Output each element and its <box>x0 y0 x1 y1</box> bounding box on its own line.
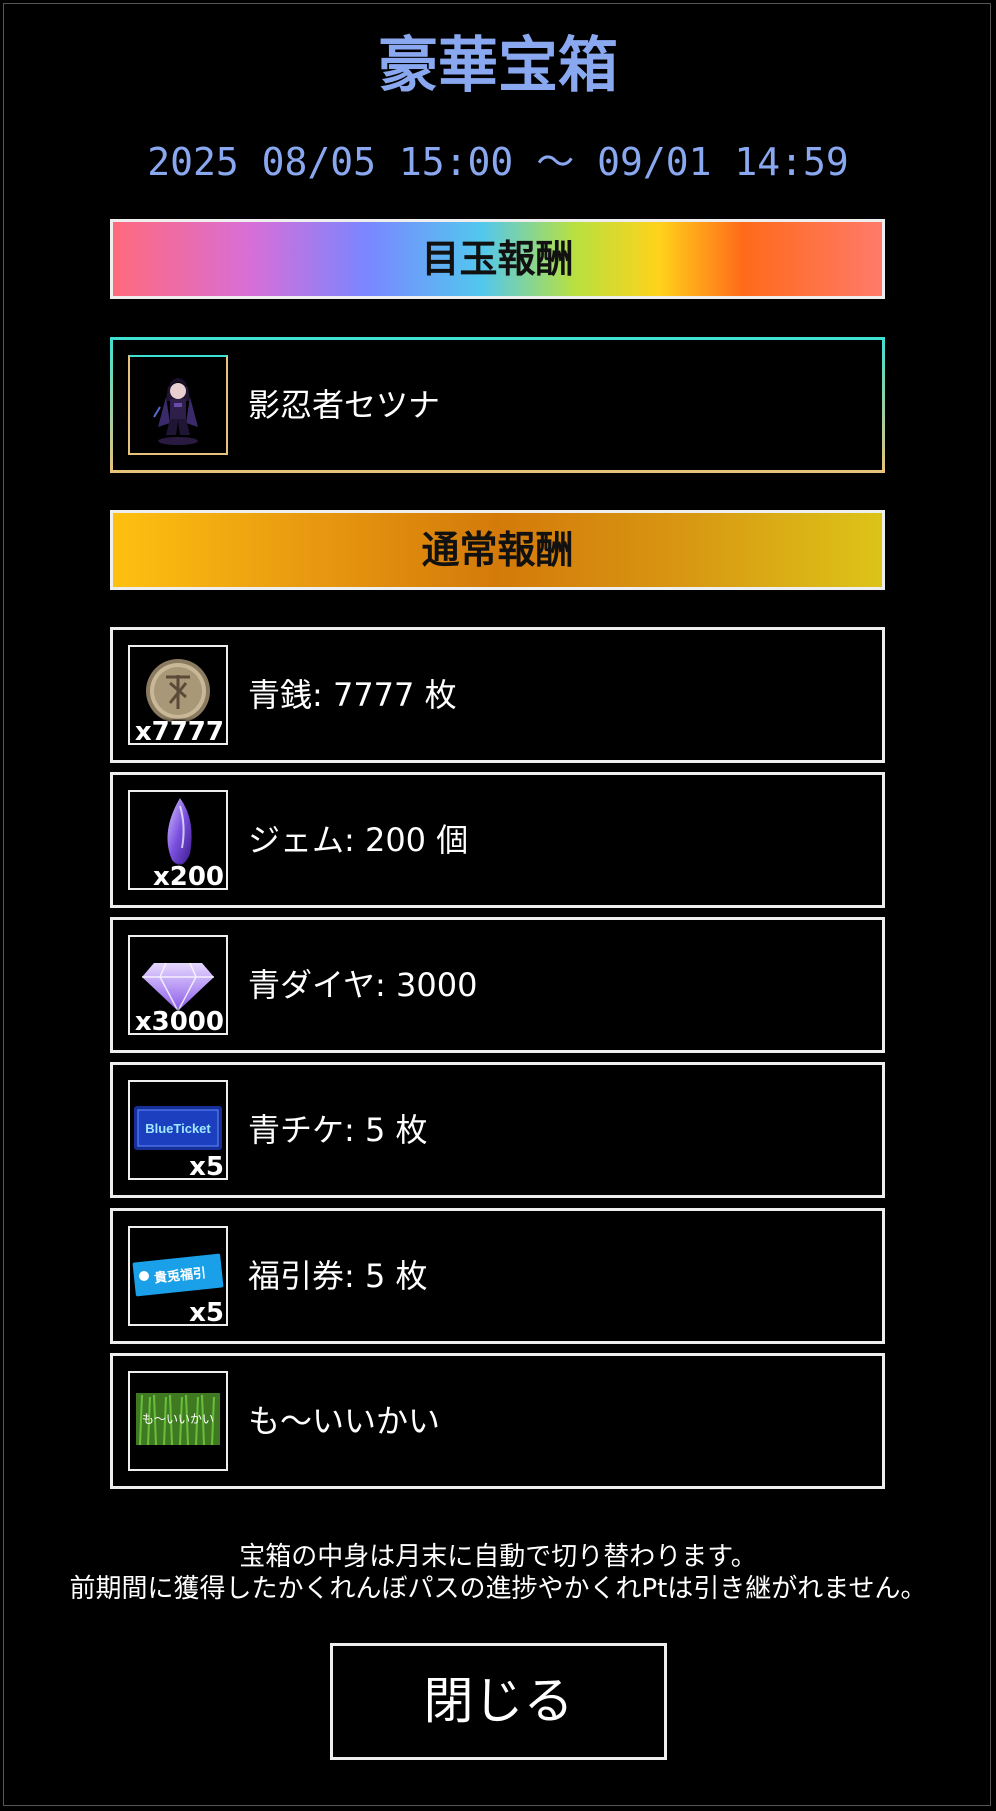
notice-line-2: 前期間に獲得したかくれんぼパスの進捗やかくれPtは引き継がれません。 <box>69 1574 927 1604</box>
gem-icon: x200 <box>128 790 228 890</box>
normal-rewards-header: 通常報酬 <box>110 510 885 590</box>
reward-item-blue-ticket[interactable]: BlueTicket x5 青チケ: 5 枚 <box>110 1062 885 1198</box>
reward-label: も〜いいかい <box>248 1402 441 1440</box>
reward-item-coin[interactable]: x7777 青銭: 7777 枚 <box>110 627 885 763</box>
coin-icon: x7777 <box>128 645 228 745</box>
blue-ticket-icon: BlueTicket x5 <box>128 1080 228 1180</box>
grass-title-text: も〜いいかい <box>142 1412 214 1426</box>
reward-item-diamond[interactable]: x3000 青ダイヤ: 3000 <box>110 917 885 1053</box>
notice-line-1: 宝箱の中身は月末に自動で切り替わります。 <box>239 1542 757 1572</box>
reward-label: 青チケ: 5 枚 <box>248 1111 428 1149</box>
featured-reward-label: 影忍者セツナ <box>248 386 441 424</box>
close-button[interactable]: 閉じる <box>330 1643 667 1760</box>
featured-rewards-header: 目玉報酬 <box>110 219 885 299</box>
event-period: 2025 08/05 15:00 〜 09/01 14:59 <box>147 140 849 184</box>
item-quantity: x200 <box>152 862 224 890</box>
reward-label: 福引券: 5 枚 <box>248 1257 428 1295</box>
reward-item-lottery-ticket[interactable]: 貴兎福引 x5 福引券: 5 枚 <box>110 1208 885 1344</box>
diamond-icon: x3000 <box>128 935 228 1035</box>
item-quantity: x3000 <box>134 1007 224 1035</box>
reward-label: 青ダイヤ: 3000 <box>248 966 478 1004</box>
page-title: 豪華宝箱 <box>378 31 618 101</box>
reward-item-gem[interactable]: x200 ジェム: 200 個 <box>110 772 885 908</box>
featured-reward-item[interactable]: 影忍者セツナ <box>110 337 885 473</box>
item-quantity: x5 <box>189 1152 224 1180</box>
reward-label: ジェム: 200 個 <box>248 821 469 859</box>
reward-item-title[interactable]: も〜いいかい も〜いいかい <box>110 1353 885 1489</box>
item-quantity: x5 <box>189 1298 224 1326</box>
grass-title-icon: も〜いいかい <box>128 1371 228 1471</box>
blue-ticket-text: BlueTicket <box>145 1121 211 1136</box>
lottery-ticket-icon: 貴兎福引 x5 <box>128 1226 228 1326</box>
ninja-character-icon <box>128 355 228 455</box>
item-quantity: x7777 <box>134 717 224 745</box>
reward-label: 青銭: 7777 枚 <box>248 676 457 714</box>
